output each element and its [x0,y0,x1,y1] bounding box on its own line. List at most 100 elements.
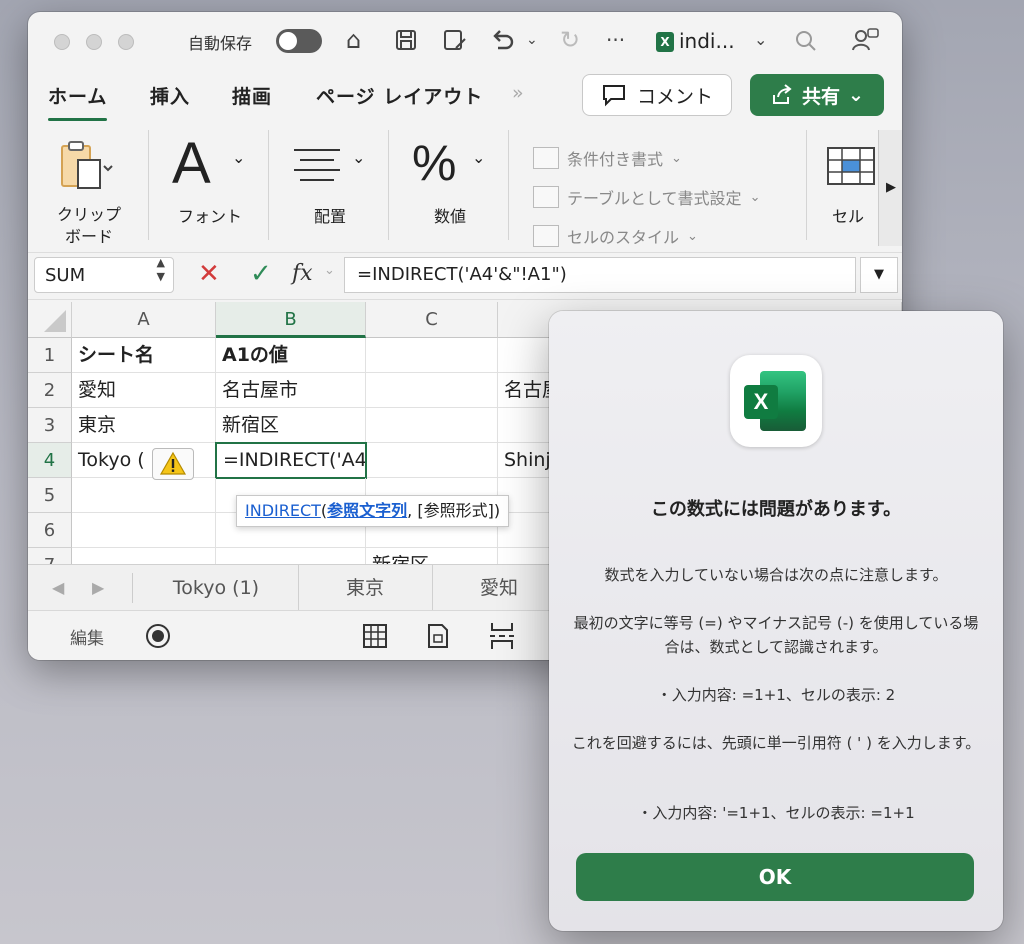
cell-style-button[interactable]: セルのスタイル ⌄ [533,224,698,248]
cells-group[interactable]: セル [818,124,880,248]
formula-input[interactable]: =INDIRECT('A4'&"!A1") [344,257,856,293]
conditional-format-icon [533,147,559,169]
fx-chevron-icon[interactable]: ⌄ [324,263,335,278]
cell-a7[interactable] [72,548,216,564]
ribbon: クリップ ボード A ⌄ フォント ⌄ 配置 % ⌄ 数値 条件付き書式 ⌄ テ… [28,124,902,254]
cells-label: セル [832,207,865,226]
save-icon[interactable] [394,28,418,52]
number-label: 数値 [433,207,466,226]
more-commands-icon[interactable]: ··· [606,26,625,54]
column-header-c[interactable]: C [366,302,498,338]
normal-view-icon[interactable] [362,623,388,649]
cell-b7[interactable] [216,548,366,564]
macro-record-icon[interactable] [144,622,172,650]
tooltip-function-link[interactable]: INDIRECT [245,501,321,520]
more-tabs-icon[interactable]: » [512,82,525,104]
comment-label: コメント [636,85,713,108]
number-group[interactable]: % ⌄ 数値 [400,124,500,248]
row-header-6[interactable]: 6 [28,513,72,548]
cell-style-icon [533,225,559,247]
cell-c2[interactable] [366,373,498,408]
cell-a3[interactable]: 東京 [72,408,216,443]
error-warning-button[interactable] [152,448,194,480]
cell-c3[interactable] [366,408,498,443]
cancel-icon[interactable]: ✕ [198,259,220,289]
confirm-check-icon[interactable]: ✓ [250,259,272,289]
table-format-button[interactable]: テーブルとして書式設定 ⌄ [533,185,760,209]
cell-c7[interactable]: 新宿区 [366,548,498,564]
select-all-corner[interactable] [28,302,72,338]
ribbon-separator [508,130,509,240]
font-label: フォント [177,207,242,226]
tab-draw[interactable]: 描画 [232,82,272,109]
clipboard-label: クリップ ボード [56,205,121,246]
tooltip-rest: , [参照形式]) [407,501,501,520]
cell-b4-editing[interactable]: =INDIRECT('A4'&"!A1") [215,442,367,479]
close-window-button[interactable] [54,34,70,50]
undo-icon[interactable] [488,26,516,54]
cell-c4[interactable] [366,443,498,478]
save-as-icon[interactable] [442,28,468,52]
excel-logo-x: X [744,385,778,419]
name-box-stepper-icon[interactable]: ▲ ▼ [157,256,165,284]
column-header-a[interactable]: A [72,302,216,338]
table-format-chevron-icon: ⌄ [749,189,761,205]
home-icon[interactable]: ⌂ [346,26,361,54]
status-mode: 編集 [70,629,104,649]
tooltip-arg-reference[interactable]: 参照文字列 [327,501,407,520]
font-group[interactable]: A ⌄ フォント [160,124,260,248]
insert-function-icon[interactable]: fx [292,261,313,286]
excel-app-icon: X [730,355,822,447]
row-header-7[interactable]: 7 [28,548,72,564]
table-format-label: テーブルとして書式設定 [567,189,742,208]
sheet-tab-tokyo[interactable]: 東京 [298,565,433,611]
prev-sheet-icon[interactable]: ◀ [52,578,64,597]
share-button[interactable]: 共有 ⌄ [750,74,884,116]
tab-home[interactable]: ホーム [48,82,108,121]
next-sheet-icon[interactable]: ▶ [92,578,104,597]
zoom-window-button[interactable] [118,34,134,50]
sheet-tab-aichi[interactable]: 愛知 [432,565,567,611]
row-header-5[interactable]: 5 [28,478,72,513]
doc-menu-chevron-icon[interactable]: ⌄ [754,26,767,54]
row-header-3[interactable]: 3 [28,408,72,443]
comment-icon [602,85,625,107]
row-header-1[interactable]: 1 [28,338,72,373]
row-header-2[interactable]: 2 [28,373,72,408]
cell-c1[interactable] [366,338,498,373]
document-name[interactable]: indi... [679,29,735,53]
tab-insert[interactable]: 挿入 [150,82,190,109]
align-group[interactable]: ⌄ 配置 [280,124,380,248]
cell-b2[interactable]: 名古屋市 [216,373,366,408]
search-icon[interactable] [794,29,818,53]
page-break-view-icon[interactable] [488,621,516,651]
conditional-format-button[interactable]: 条件付き書式 ⌄ [533,146,682,170]
cell-b1[interactable]: A1の値 [216,338,366,373]
excel-doc-icon: X [656,32,674,52]
cell-a2[interactable]: 愛知 [72,373,216,408]
ribbon-scroll-right-icon[interactable]: ▶ [878,130,902,246]
cell-a5[interactable] [72,478,216,513]
ribbon-separator [388,130,389,240]
share-people-icon[interactable] [850,26,880,54]
cell-a6[interactable] [72,513,216,548]
cell-a1[interactable]: シート名 [72,338,216,373]
share-label: 共有 [802,85,841,108]
row-header-4[interactable]: 4 [28,443,72,478]
tab-page-layout[interactable]: ページ レイアウト [316,82,483,109]
column-header-b[interactable]: B [216,302,366,338]
function-tooltip: INDIRECT(参照文字列, [参照形式]) [236,495,510,527]
cell-a4[interactable]: Tokyo ( [72,443,216,478]
clipboard-group[interactable]: クリップ ボード [42,124,136,248]
cell-b3[interactable]: 新宿区 [216,408,366,443]
autosave-toggle[interactable] [276,29,322,53]
minimize-window-button[interactable] [86,34,102,50]
expand-formula-bar-icon[interactable]: ▼ [860,257,898,293]
ok-button[interactable]: OK [576,853,974,901]
dialog-paragraph-1: 数式を入力していない場合は次の点に注意します。 [604,566,948,584]
page-layout-view-icon[interactable] [426,623,450,649]
sheet-tab-tokyo-1[interactable]: Tokyo (1) [134,565,299,611]
name-box[interactable]: SUM ▲ ▼ [34,256,174,293]
undo-dropdown-chevron-icon[interactable]: ⌄ [526,26,538,54]
comment-button[interactable]: コメント [582,74,732,116]
